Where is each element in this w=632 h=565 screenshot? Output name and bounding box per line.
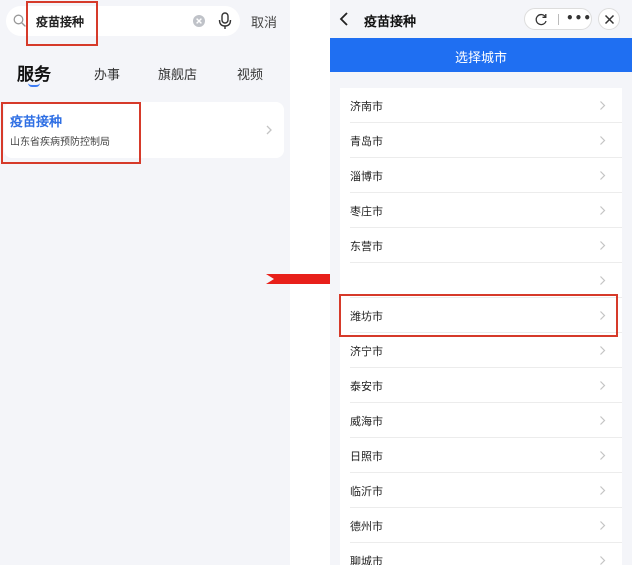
city-name: 临沂市 xyxy=(350,485,383,498)
chevron-right-icon xyxy=(600,276,606,285)
chevron-right-icon xyxy=(600,521,606,530)
city-list-item[interactable]: 威海市 xyxy=(340,403,622,438)
city-name: 东营市 xyxy=(350,240,383,253)
city-list-item[interactable]: 东营市 xyxy=(340,228,622,263)
chevron-right-icon xyxy=(600,381,606,390)
city-list-item[interactable]: 青岛市 xyxy=(340,123,622,158)
city-name: 济宁市 xyxy=(350,345,383,358)
city-list-item[interactable] xyxy=(340,263,622,298)
search-bar-row: 疫苗接种 取消 xyxy=(0,0,290,42)
chevron-right-icon xyxy=(600,136,606,145)
close-button[interactable] xyxy=(598,8,620,30)
search-query-text[interactable]: 疫苗接种 xyxy=(36,13,84,30)
city-list-item[interactable]: 临沂市 xyxy=(340,473,622,508)
chevron-right-icon xyxy=(600,486,606,495)
city-name: 济南市 xyxy=(350,100,383,113)
chevron-right-icon xyxy=(600,346,606,355)
result-tabs: 服务 办事 旗舰店 视频 xyxy=(0,56,290,96)
city-name: 淄博市 xyxy=(350,170,383,183)
chevron-right-icon xyxy=(600,416,606,425)
cancel-button[interactable]: 取消 xyxy=(251,12,277,31)
chevron-right-icon xyxy=(600,451,606,460)
chevron-right-icon xyxy=(600,206,606,215)
search-results-panel: 疫苗接种 取消 服务 办事 旗舰店 视频 疫苗接种 山东省疾病预防控制局 xyxy=(0,0,290,565)
city-list-item[interactable]: 潍坊市 xyxy=(340,298,622,333)
refresh-icon[interactable] xyxy=(535,13,548,26)
mini-app-capsule: ••• xyxy=(524,8,592,30)
page-title: 疫苗接种 xyxy=(364,15,417,30)
mic-icon[interactable] xyxy=(217,11,233,31)
tab-affairs[interactable]: 办事 xyxy=(94,64,120,83)
close-icon xyxy=(604,14,615,25)
mini-app-panel: 疫苗接种 ••• 选择城市 济南市青岛市淄博市枣庄市东营市潍坊市济宁市泰安市威海… xyxy=(330,0,632,565)
result-provider: 山东省疾病预防控制局 xyxy=(10,137,110,148)
tab-video[interactable]: 视频 xyxy=(237,64,263,83)
chevron-right-icon xyxy=(600,311,606,320)
city-name: 日照市 xyxy=(350,450,383,463)
city-list-item[interactable]: 泰安市 xyxy=(340,368,622,403)
city-list-item[interactable]: 济南市 xyxy=(340,88,622,123)
search-input[interactable]: 疫苗接种 xyxy=(6,6,240,36)
result-title: 疫苗接种 xyxy=(10,115,63,130)
city-name: 德州市 xyxy=(350,520,383,533)
service-result-card[interactable]: 疫苗接种 山东省疾病预防控制局 xyxy=(4,102,284,158)
city-name: 威海市 xyxy=(350,415,383,428)
capsule-divider xyxy=(558,14,559,25)
city-list-item[interactable]: 济宁市 xyxy=(340,333,622,368)
chevron-right-icon xyxy=(600,171,606,180)
mini-app-topbar: 疫苗接种 ••• xyxy=(330,0,632,38)
chevron-right-icon xyxy=(600,556,606,565)
tab-services[interactable]: 服务 xyxy=(17,60,51,85)
more-icon[interactable]: ••• xyxy=(566,11,592,25)
chevron-right-icon xyxy=(266,125,272,135)
city-name: 青岛市 xyxy=(350,135,383,148)
city-select-title: 选择城市 xyxy=(454,51,507,66)
city-name: 潍坊市 xyxy=(350,310,383,323)
back-icon[interactable] xyxy=(339,12,349,26)
chevron-right-icon xyxy=(600,101,606,110)
city-list-item[interactable]: 枣庄市 xyxy=(340,193,622,228)
city-name: 泰安市 xyxy=(350,380,383,393)
city-list-item[interactable]: 淄博市 xyxy=(340,158,622,193)
city-list-item[interactable]: 聊城市 xyxy=(340,543,622,565)
city-list-item[interactable]: 德州市 xyxy=(340,508,622,543)
city-name: 聊城市 xyxy=(350,555,383,565)
tab-flagship-store[interactable]: 旗舰店 xyxy=(158,64,197,83)
active-tab-indicator xyxy=(28,83,40,87)
clear-icon[interactable] xyxy=(192,14,206,28)
city-select-header: 选择城市 xyxy=(330,38,632,72)
city-list-item[interactable]: 日照市 xyxy=(340,438,622,473)
city-name: 枣庄市 xyxy=(350,205,383,218)
search-icon xyxy=(13,14,26,27)
chevron-right-icon xyxy=(600,241,606,250)
